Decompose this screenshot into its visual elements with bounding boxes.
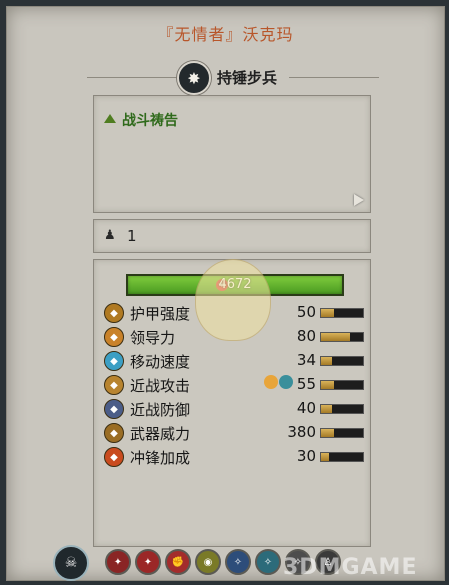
ability-panel: 战斗祷告 [93, 95, 371, 213]
teal-ability-icon[interactable]: ✧ [255, 549, 281, 575]
speed-icon: ◆ [104, 351, 124, 371]
mascot-watermark [195, 259, 271, 341]
unit-type-name: 持锤步兵 [217, 69, 278, 87]
stat-value: 80 [296, 327, 316, 345]
rank-value: 1 [127, 227, 137, 245]
expand-triangle-icon[interactable] [104, 114, 116, 123]
fist-ability-icon[interactable]: ✊ [165, 549, 191, 575]
melee-attack-icon: ◆ [104, 375, 124, 395]
stat-row[interactable]: ◆ 近战防御 40 [104, 398, 364, 420]
stat-label: 冲锋加成 [130, 449, 191, 467]
stat-bar [320, 404, 364, 414]
ability-icon-2[interactable]: ✦ [135, 549, 161, 575]
armor-icon: ◆ [104, 303, 124, 323]
charge-bonus-icon: ◆ [104, 447, 124, 467]
rank-panel: ♟ 1 [93, 219, 371, 253]
stat-bar [320, 380, 364, 390]
blue-ability-icon[interactable]: ✧ [225, 549, 251, 575]
stat-bar [320, 452, 364, 462]
stat-row[interactable]: ◆ 近战攻击 55 [104, 374, 364, 396]
stat-bar [320, 332, 364, 342]
stat-bar-fill [321, 429, 334, 437]
stat-row[interactable]: ◆ 移动速度 34 [104, 350, 364, 372]
star-burst-icon: ✸ [177, 61, 211, 95]
divider-left [87, 77, 177, 78]
stat-label: 移动速度 [130, 353, 191, 371]
stat-label: 领导力 [130, 329, 176, 347]
divider-right [289, 77, 379, 78]
stat-bar-fill [321, 357, 332, 365]
stat-bar [320, 428, 364, 438]
watermark-text: 3DMGAME [283, 555, 418, 580]
stat-bar-fill [321, 309, 334, 317]
stat-bar-fill [321, 381, 334, 389]
stat-value: 380 [287, 423, 316, 441]
stat-row[interactable]: ◆ 武器威力 380 [104, 422, 364, 444]
weapon-strength-icon: ◆ [104, 423, 124, 443]
stat-bar-fill [321, 333, 351, 341]
stat-value: 30 [296, 447, 316, 465]
next-arrow-icon[interactable] [354, 194, 364, 206]
stat-value: 34 [296, 351, 316, 369]
unit-info-panel: 『无情者』沃克玛 ✸ 持锤步兵 战斗祷告 ♟ 1 + 4672 ◆护甲强度50◆… [6, 6, 445, 581]
stat-value: 55 [296, 375, 316, 393]
stat-value: 50 [296, 303, 316, 321]
stat-bar [320, 308, 364, 318]
stat-label: 近战攻击 [130, 377, 191, 395]
melee-defense-icon: ◆ [104, 399, 124, 419]
stat-bar-fill [321, 405, 332, 413]
ability-icon-1[interactable]: ✦ [105, 549, 131, 575]
stat-label: 近战防御 [130, 401, 191, 419]
eye-ability-icon[interactable]: ◉ [195, 549, 221, 575]
skull-ability-icon[interactable]: ☠ [53, 545, 89, 581]
leadership-icon: ◆ [104, 327, 124, 347]
rank-person-icon: ♟ [104, 228, 116, 243]
stat-bar [320, 356, 364, 366]
unit-type-row: ✸ 持锤步兵 [87, 57, 379, 97]
ability-name[interactable]: 战斗祷告 [122, 110, 178, 130]
stat-value: 40 [296, 399, 316, 417]
stat-label: 护甲强度 [130, 305, 191, 323]
stat-label: 武器威力 [130, 425, 191, 443]
stat-bar-fill [321, 453, 330, 461]
unit-title: 『无情者』沃克玛 [157, 25, 294, 44]
stat-row[interactable]: ◆ 冲锋加成 30 [104, 446, 364, 468]
